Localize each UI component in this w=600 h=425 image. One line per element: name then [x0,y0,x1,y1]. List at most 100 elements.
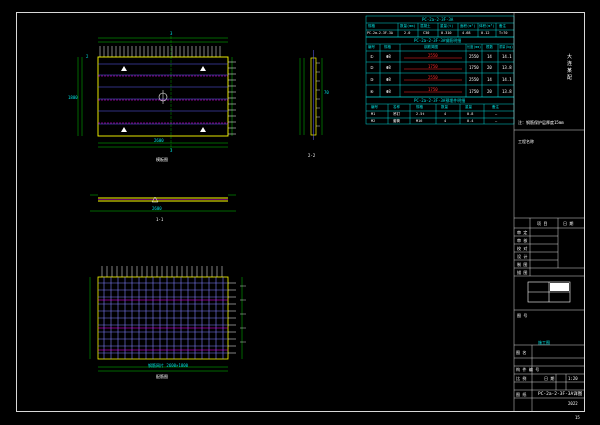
title-top-1: 日 期 [563,221,574,226]
embed-row-1-c1: 套筒 [393,119,400,123]
page-number: 15 [575,415,580,420]
rebar-view-caption: 配筋图 [156,374,168,379]
project-label: 工程名称 [518,139,534,144]
rebar-row-0-len: 2550 [469,54,479,59]
rebar-table-title: PC-2a-2-3F-3A钢筋明细 [414,38,462,43]
rebar-row-1-len: 1750 [469,65,479,70]
embed-header-0: 编号 [371,105,378,109]
embed-header-5: 备注 [492,105,499,109]
summary-cell-6: T=70 [499,31,508,35]
summary-cell-2: C30 [423,31,430,35]
phase-label: 施工图 [538,340,550,345]
embed-header-4: 重量 [465,105,472,109]
rebar-row-3-len: 1750 [469,89,479,94]
date-label: 日 期 [544,376,555,381]
summary-header-4: 面积(m²) [460,24,476,28]
drawing-label: 图 纸 [516,392,527,397]
top-view-dim-left: 2 [86,54,89,59]
section-view-dim: 2600 [152,206,162,211]
rebar-row-2-count: 14 [487,77,492,82]
component-label: 构 件 编 号 [516,367,540,372]
embed-row-0-c5: — [495,112,498,116]
drawing-code: PC-2a-2-3F-3A详图 [538,392,583,397]
embed-row-0-c2: 2.5t [416,112,425,116]
summary-header-1: 数量(mm) [400,24,416,28]
rebar-header-2: 钢筋简图 [424,45,438,49]
rebar-row-2-len: 2550 [469,77,479,82]
drawing-name-label: 图 名 [516,350,527,355]
title-row-2: 校 对 [517,246,528,251]
embed-row-1-c4: 0.4 [467,119,474,123]
top-view-dim-bottom: 3 [170,148,173,153]
drawing-no-label: 图 号 [517,313,528,318]
summary-cell-4: 4.68 [462,31,471,35]
rebar-row-1-spec: Φ8 [386,65,391,70]
summary-cell-5: 0.12 [481,31,490,35]
summary-header-0: 规格 [368,24,375,28]
rebar-row-3-weight: 13.8 [502,89,512,94]
rebar-row-3-count: 20 [487,89,492,94]
rebar-view-inner-label: 钢筋网片 2600×1800 [148,363,189,368]
side-view-2-2 [299,50,323,140]
summary-header-3: 重量(t) [440,24,454,28]
title-block-logo [527,281,571,303]
top-view-dim-height: 1800 [68,95,78,100]
scale-value: 1:20 [568,376,578,381]
rebar-row-3-no: ④ [370,89,374,94]
rebar-row-2-spec: Φ8 [386,77,391,82]
rebar-row-0-count: 14 [487,54,492,59]
title-row-1: 审 核 [517,238,528,243]
cad-drawing [77,12,585,412]
rebar-row-2-shape: 2550 [428,75,438,80]
rebar-header-0: 编号 [368,45,375,49]
rebar-row-1-count: 20 [487,65,492,70]
embed-row-0-c3: 4 [444,112,447,116]
rebar-row-0-no: ① [370,54,374,59]
embed-table-title: PC-2a-2-3F-3A预埋件明细 [414,98,466,103]
rebar-row-0-weight: 14.1 [502,54,512,59]
rebar-row-1-weight: 13.8 [502,65,512,70]
date-value: 2022 [568,401,578,406]
embed-row-0-c4: 0.8 [467,112,474,116]
summary-cell-1: 2.0 [404,31,411,35]
summary-table-title: PC-2a-2-3F-3A [422,17,454,22]
scale-label: 比 例 [516,376,527,381]
title-row-3: 设 计 [517,254,528,259]
summary-cell-0: PC-2a-2-3F-3A [367,31,393,35]
summary-cell-3: 0.310 [441,31,452,35]
rebar-row-2-weight: 14.1 [502,77,512,82]
rebar-header-1: 规格 [384,45,391,49]
drawing-note: 注：钢筋保护层厚度15mm [518,120,564,125]
rebar-row-3-shape: 1750 [428,87,438,92]
rebar-row-1-no: ② [370,65,374,70]
embed-header-3: 数量 [441,105,448,109]
title-row-0: 审 定 [517,230,528,235]
embed-row-1-c3: 4 [444,119,447,123]
embed-row-0-c1: 吊钉 [393,112,400,116]
section-view-caption: 1-1 [156,217,164,222]
title-top-0: 项 目 [537,221,548,226]
rebar-row-1-shape: 1750 [428,64,438,69]
rebar-row-0-shape: 2550 [428,53,438,58]
section-view-1-1 [90,194,236,212]
title-row-5: 描 图 [517,270,528,275]
summary-header-6: 备注 [499,24,506,28]
rebar-view [89,266,246,372]
top-view-dim-width: 2600 [154,138,164,143]
top-view-plan [77,36,236,150]
rebar-header-3: 长度(mm) [467,45,482,49]
embed-row-1-c2: M16 [416,119,423,123]
embed-row-0-c0: M1 [371,112,376,116]
top-view-caption: 模板图 [156,157,168,162]
embed-row-1-c5: — [495,119,498,123]
side-view-caption: 2-2 [308,153,316,158]
summary-header-5: 体积(m³) [479,24,495,28]
rebar-header-4: 根数 [486,45,493,49]
embed-header-2: 规格 [416,105,423,109]
side-view-dim: 70 [324,90,329,95]
embed-row-1-c0: M2 [371,119,376,123]
summary-header-2: 混凝土 [420,24,431,28]
rebar-row-3-spec: Φ8 [386,89,391,94]
embed-header-1: 名称 [393,105,400,109]
side-title: 大 连 某 配 [567,54,573,81]
